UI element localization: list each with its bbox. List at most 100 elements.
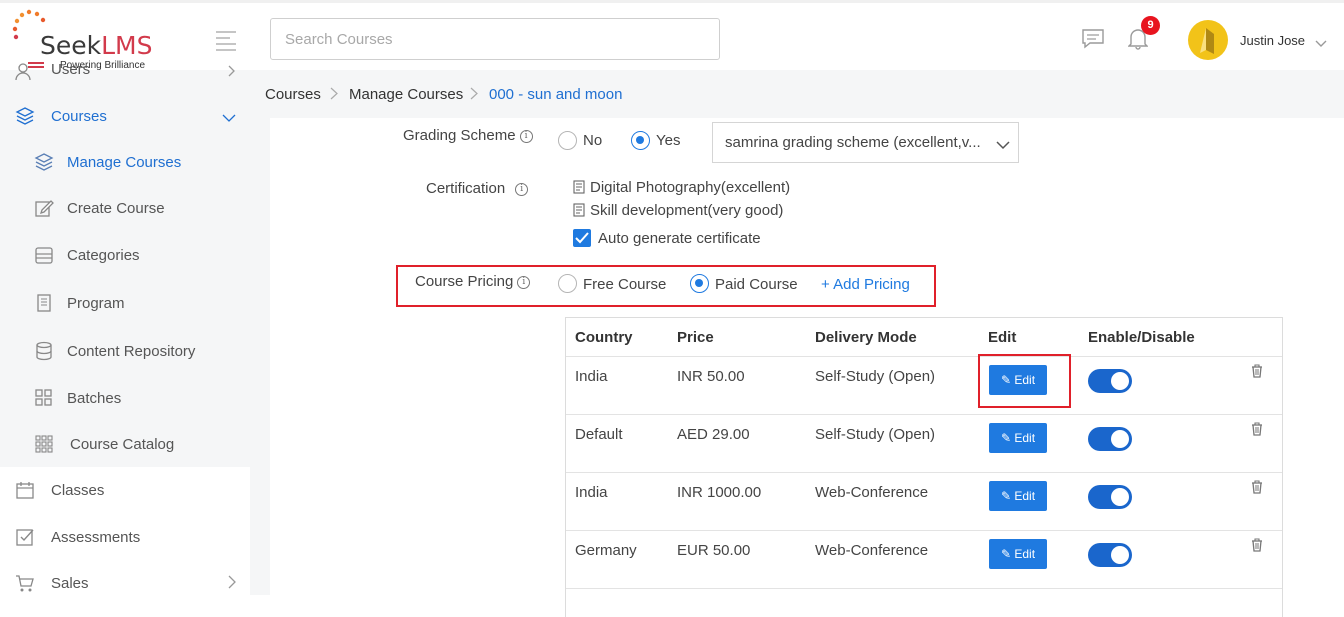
layers-icon — [15, 106, 35, 126]
sidebar-item-label: Users — [51, 60, 91, 78]
trash-icon[interactable] — [1251, 422, 1263, 441]
document-icon — [34, 293, 54, 313]
sidebar-item-categories[interactable]: Categories — [0, 235, 250, 275]
sidebar-item-users[interactable]: Users — [0, 52, 250, 86]
table-row: India INR 50.00 Self-Study (Open) ✎ Edit — [566, 357, 1282, 415]
trash-icon[interactable] — [1251, 364, 1263, 383]
delivery-mode-cell: Self-Study (Open) — [815, 426, 936, 443]
auto-generate-label[interactable]: Auto generate certificate — [598, 230, 761, 247]
free-course-label[interactable]: Free Course — [583, 276, 666, 293]
column-header-enable: Enable/Disable — [1088, 329, 1195, 346]
certificate-icon — [573, 180, 586, 198]
country-cell: India — [575, 368, 608, 385]
column-header-edit: Edit — [988, 329, 1017, 346]
chevron-down-icon — [222, 110, 236, 127]
users-icon — [15, 62, 35, 82]
enable-toggle[interactable] — [1088, 485, 1132, 509]
trash-icon[interactable] — [1251, 480, 1263, 499]
info-icon[interactable]: i — [519, 130, 533, 143]
grading-scheme-label: Grading Scheme i — [403, 127, 533, 144]
breadcrumb-courses[interactable]: Courses — [265, 86, 321, 103]
table-row: India INR 1000.00 Web-Conference ✎ Edit — [566, 473, 1282, 531]
free-course-radio[interactable] — [558, 274, 577, 293]
edit-button[interactable]: ✎ Edit — [989, 481, 1047, 511]
price-cell: EUR 50.00 — [677, 542, 751, 559]
course-settings-card: Grading Scheme i No Yes samrina grading s… — [270, 118, 1344, 617]
enable-toggle[interactable] — [1088, 543, 1132, 567]
country-cell: Default — [575, 426, 623, 443]
column-header-price: Price — [677, 329, 714, 346]
notification-badge: 9 — [1141, 16, 1160, 35]
certificate-item[interactable]: Skill development(very good) — [573, 202, 783, 221]
table-header-row: Country Price Delivery Mode Edit Enable/… — [566, 318, 1282, 357]
trash-icon[interactable] — [1251, 538, 1263, 557]
sidebar-item-label: Classes — [51, 481, 105, 499]
enable-toggle[interactable] — [1088, 427, 1132, 451]
sidebar-item-program[interactable]: Program — [0, 283, 250, 323]
edit-icon — [34, 198, 54, 218]
delivery-mode-cell: Self-Study (Open) — [815, 368, 936, 385]
price-cell: INR 50.00 — [677, 368, 745, 385]
grid-icon — [34, 388, 54, 408]
highlight-box — [978, 354, 1071, 408]
edit-button[interactable]: ✎ Edit — [989, 423, 1047, 453]
table-row: Default AED 29.00 Self-Study (Open) ✎ Ed… — [566, 415, 1282, 473]
sidebar-item-course-catalog[interactable]: Course Catalog — [0, 424, 250, 464]
sidebar-item-label: Course Catalog — [70, 435, 175, 453]
breadcrumb-current-course[interactable]: 000 - sun and moon — [489, 86, 622, 103]
delivery-mode-cell: Web-Conference — [815, 484, 929, 501]
sidebar-item-sales[interactable]: Sales — [0, 563, 250, 603]
certificate-item[interactable]: Digital Photography(excellent) — [573, 179, 790, 198]
user-name[interactable]: Justin Jose — [1240, 33, 1305, 48]
chevron-right-icon — [330, 87, 338, 105]
sidebar-item-manage-courses[interactable]: Manage Courses — [0, 142, 250, 182]
breadcrumb-manage-courses[interactable]: Manage Courses — [349, 86, 463, 103]
grading-scheme-value: samrina grading scheme (excellent,v... — [725, 134, 981, 151]
grading-yes-label[interactable]: Yes — [656, 132, 680, 149]
sidebar: Users Courses Manage Courses Create Cour… — [0, 61, 250, 595]
avatar[interactable] — [1188, 20, 1228, 60]
grading-no-radio[interactable] — [558, 131, 577, 150]
breadcrumb: Courses Manage Courses 000 - sun and moo… — [250, 70, 1344, 118]
sidebar-item-label: Assessments — [51, 528, 141, 546]
main-content: Grading Scheme i No Yes samrina grading s… — [250, 118, 1344, 617]
sidebar-item-create-course[interactable]: Create Course — [0, 188, 250, 228]
sidebar-item-label: Program — [67, 294, 125, 312]
grading-no-label[interactable]: No — [583, 132, 602, 149]
sidebar-item-label: Sales — [51, 574, 89, 592]
country-cell: India — [575, 484, 608, 501]
sidebar-item-assessments[interactable]: Assessments — [0, 517, 250, 557]
auto-generate-checkbox[interactable] — [573, 229, 591, 247]
column-header-delivery-mode: Delivery Mode — [815, 329, 917, 346]
sidebar-item-label: Batches — [67, 389, 122, 407]
cart-icon — [15, 573, 35, 593]
sidebar-item-label: Content Repository — [67, 342, 196, 360]
certificate-icon — [573, 203, 586, 221]
pricing-table: Country Price Delivery Mode Edit Enable/… — [565, 317, 1283, 617]
chevron-right-icon — [228, 64, 236, 81]
column-header-country: Country — [575, 329, 633, 346]
price-cell: AED 29.00 — [677, 426, 750, 443]
chevron-right-icon — [470, 87, 478, 105]
enable-toggle[interactable] — [1088, 369, 1132, 393]
add-pricing-link[interactable]: + Add Pricing — [821, 276, 910, 293]
info-icon[interactable]: i — [515, 183, 529, 196]
sidebar-item-label: Manage Courses — [67, 153, 182, 171]
paid-course-radio[interactable] — [690, 274, 709, 293]
sidebar-item-content-repository[interactable]: Content Repository — [0, 331, 250, 371]
chevron-down-icon[interactable] — [1315, 35, 1327, 53]
paid-course-label[interactable]: Paid Course — [715, 276, 798, 293]
sidebar-item-courses[interactable]: Courses — [0, 96, 250, 136]
price-cell: INR 1000.00 — [677, 484, 762, 501]
search-input[interactable] — [270, 18, 720, 60]
edit-button[interactable]: ✎ Edit — [989, 539, 1047, 569]
chat-icon[interactable] — [1082, 29, 1104, 54]
sidebar-item-batches[interactable]: Batches — [0, 378, 250, 418]
database-icon — [34, 341, 54, 361]
sidebar-item-classes[interactable]: Classes — [0, 470, 250, 510]
folder-icon — [34, 245, 54, 265]
certification-label: Certification i — [426, 180, 529, 197]
info-icon[interactable]: i — [517, 276, 531, 289]
grading-yes-radio[interactable] — [631, 131, 650, 150]
grading-scheme-select[interactable]: samrina grading scheme (excellent,v... — [712, 122, 1019, 163]
